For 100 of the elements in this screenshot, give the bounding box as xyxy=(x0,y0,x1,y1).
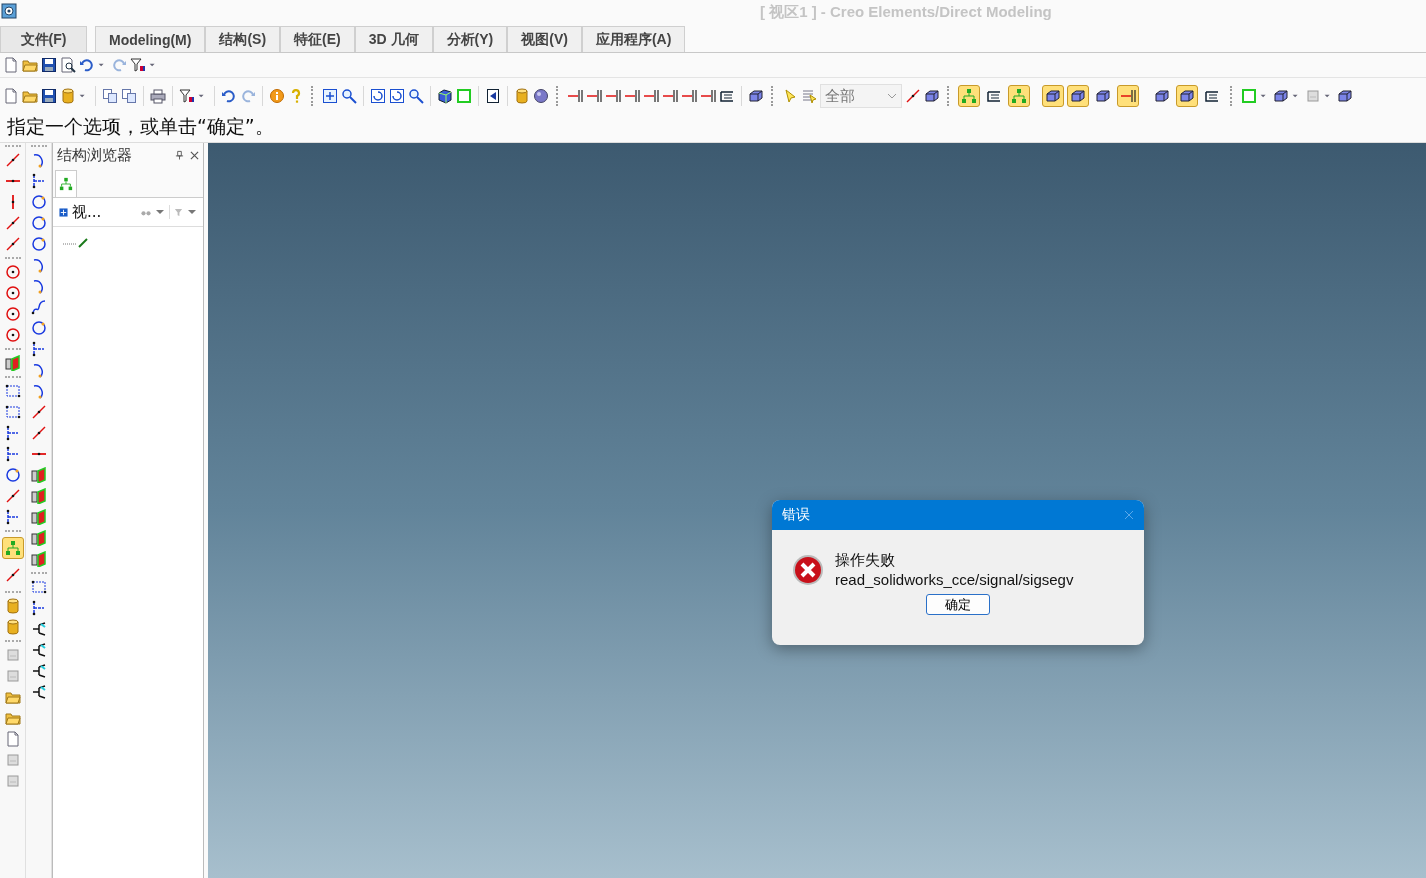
tree-icon xyxy=(961,88,977,104)
folder-icon[interactable] xyxy=(4,710,21,726)
dimension-icon[interactable] xyxy=(605,88,621,104)
measure-icon[interactable] xyxy=(30,341,47,357)
menu-tab[interactable]: 分析(Y) xyxy=(432,26,508,52)
measure-icon[interactable] xyxy=(4,446,21,462)
line-icon[interactable] xyxy=(30,404,47,420)
circle-icon[interactable] xyxy=(4,264,21,280)
cylinder-icon[interactable] xyxy=(4,619,21,635)
menu-tab[interactable]: 结构(S) xyxy=(205,26,281,52)
menu-tab[interactable]: Modeling(M) xyxy=(95,26,206,52)
document-icon[interactable] xyxy=(3,88,19,104)
zoom-icon[interactable] xyxy=(341,88,357,104)
folder-icon[interactable] xyxy=(4,689,21,705)
cube-icon[interactable] xyxy=(437,88,453,104)
circle-icon[interactable] xyxy=(4,306,21,322)
flag-icon[interactable] xyxy=(485,88,501,104)
dimension-icon[interactable] xyxy=(643,88,659,104)
dialog-title: 错误 xyxy=(782,506,810,524)
circle-icon[interactable] xyxy=(30,194,47,210)
circle-icon[interactable] xyxy=(4,285,21,301)
face-icon[interactable] xyxy=(30,509,47,525)
menu-tab[interactable]: 视图(V) xyxy=(507,26,582,52)
zoom-icon[interactable] xyxy=(408,88,424,104)
save-icon[interactable] xyxy=(41,57,57,73)
copy-icon[interactable] xyxy=(102,88,118,104)
line-icon[interactable] xyxy=(4,488,21,504)
filter-icon[interactable] xyxy=(130,57,146,73)
face-icon[interactable] xyxy=(30,530,47,546)
measure-icon[interactable] xyxy=(4,509,21,525)
face-icon[interactable] xyxy=(30,488,47,504)
cube-icon[interactable] xyxy=(1273,88,1289,104)
rotate-icon[interactable] xyxy=(370,88,386,104)
line-icon[interactable] xyxy=(30,425,47,441)
circle-icon[interactable] xyxy=(30,215,47,231)
dimension-icon[interactable] xyxy=(662,88,678,104)
cube-icon xyxy=(1154,88,1170,104)
sphere-icon[interactable] xyxy=(533,88,549,104)
tree-icon xyxy=(59,177,73,191)
filter-dropdown[interactable]: 全部 xyxy=(820,84,902,108)
dimension-icon[interactable] xyxy=(567,88,583,104)
view-cube-button[interactable] xyxy=(1067,85,1089,107)
view-dimension-button[interactable] xyxy=(1117,85,1139,107)
dimension-icon[interactable] xyxy=(700,88,716,104)
cube-icon[interactable] xyxy=(1337,88,1353,104)
undo-icon[interactable] xyxy=(221,88,237,104)
cylinder-icon[interactable] xyxy=(514,88,530,104)
circle-icon[interactable] xyxy=(30,320,47,336)
measure-icon[interactable] xyxy=(30,600,47,616)
copy-icon[interactable] xyxy=(121,88,137,104)
tree-tool-button[interactable] xyxy=(1,537,24,559)
cylinder-icon[interactable] xyxy=(4,598,21,614)
circle-icon[interactable] xyxy=(4,327,21,343)
measure-icon[interactable] xyxy=(4,425,21,441)
line-icon[interactable] xyxy=(4,152,21,168)
document-icon[interactable] xyxy=(4,731,21,747)
face-icon[interactable] xyxy=(4,355,21,371)
rectangle-icon[interactable] xyxy=(4,404,21,420)
rectangle-icon[interactable] xyxy=(4,383,21,399)
printer-icon[interactable] xyxy=(150,88,166,104)
measure-icon[interactable] xyxy=(30,173,47,189)
filter-icon[interactable] xyxy=(179,88,195,104)
undo-icon[interactable] xyxy=(79,57,95,73)
menu-tab[interactable]: 文件(F) xyxy=(0,26,87,52)
document-icon[interactable] xyxy=(3,57,19,73)
line-icon[interactable] xyxy=(4,236,21,252)
face-icon[interactable] xyxy=(30,551,47,567)
curve-icon[interactable] xyxy=(30,299,47,315)
preview-icon[interactable] xyxy=(60,57,76,73)
line-icon[interactable] xyxy=(4,215,21,231)
list-icon[interactable] xyxy=(801,88,817,104)
circle-icon[interactable] xyxy=(30,236,47,252)
ok-button[interactable]: 确定 xyxy=(926,594,990,615)
rotate-icon[interactable] xyxy=(389,88,405,104)
menu-tab[interactable]: 特征(E) xyxy=(280,26,355,52)
menu-tab[interactable]: 3D 几何 xyxy=(354,26,433,52)
dimension-icon[interactable] xyxy=(681,88,697,104)
caret-icon[interactable] xyxy=(187,207,197,217)
cube-icon[interactable] xyxy=(748,88,764,104)
close-icon[interactable] xyxy=(190,150,199,160)
line-icon[interactable] xyxy=(905,88,921,104)
circle-icon[interactable] xyxy=(4,467,21,483)
cursor-icon[interactable] xyxy=(782,88,798,104)
tree-tab[interactable] xyxy=(55,170,77,197)
caret-icon[interactable] xyxy=(155,207,165,217)
save-icon[interactable] xyxy=(41,88,57,104)
cylinder-icon[interactable] xyxy=(60,88,76,104)
dimension-icon[interactable] xyxy=(586,88,602,104)
face-icon[interactable] xyxy=(30,467,47,483)
chevron-icon[interactable] xyxy=(887,91,897,101)
info-icon[interactable] xyxy=(269,88,285,104)
rectangle-icon[interactable] xyxy=(30,579,47,595)
cube-icon[interactable] xyxy=(924,88,940,104)
dimension-icon[interactable] xyxy=(624,88,640,104)
pin-icon[interactable] xyxy=(175,150,184,160)
view-icon[interactable] xyxy=(59,207,68,217)
view-cube-button[interactable] xyxy=(1042,85,1064,107)
zoom-fit-icon[interactable] xyxy=(322,88,338,104)
menu-tab[interactable]: 应用程序(A) xyxy=(581,26,686,52)
view-cube-button[interactable] xyxy=(1176,85,1198,107)
